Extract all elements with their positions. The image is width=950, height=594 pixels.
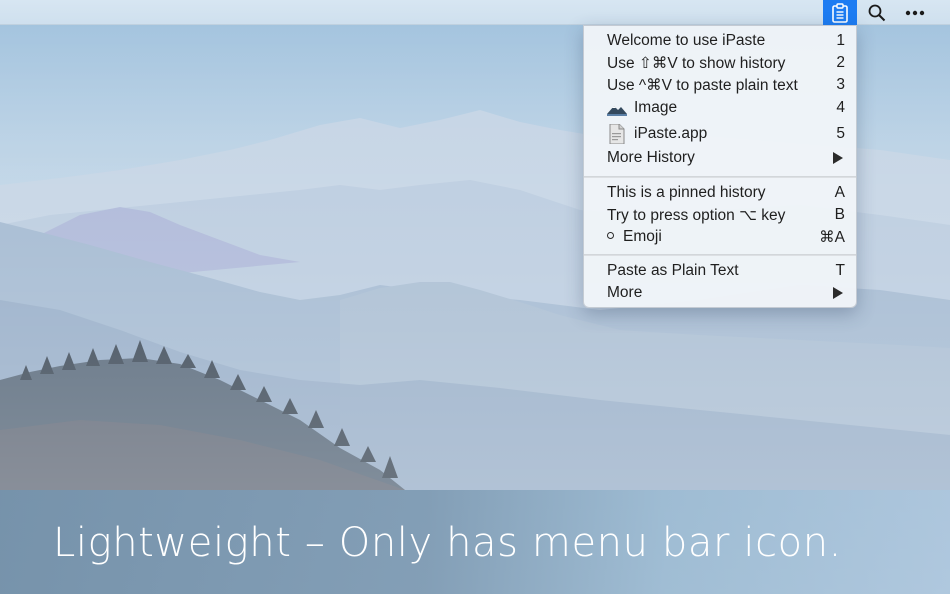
clipboard-menu-extra[interactable] — [823, 0, 857, 25]
more-submenu[interactable]: More — [584, 282, 856, 304]
pinned-item-b[interactable]: Try to press option ⌥ key B — [584, 204, 856, 226]
shortcut-key: 2 — [836, 54, 845, 71]
circle-bullet-icon — [607, 232, 614, 239]
menu-item-label-wrap: Emoji — [607, 228, 662, 246]
clipboard-icon — [832, 2, 848, 23]
shortcut-key: B — [834, 206, 845, 223]
menu-item-label: More History — [607, 149, 695, 166]
pinned-item-a[interactable]: This is a pinned history A — [584, 182, 856, 204]
more-menu-button[interactable] — [898, 0, 932, 25]
menu-item-label: Use ^⌘V to paste plain text — [607, 77, 798, 94]
pinned-item-emoji[interactable]: Emoji ⌘A — [584, 226, 856, 248]
menu-item-label: Welcome to use iPaste — [607, 32, 766, 49]
shortcut-key: T — [835, 262, 845, 279]
more-history-submenu[interactable]: More History — [584, 147, 856, 169]
shortcut-key: ⌘A — [819, 229, 845, 246]
shortcut-key: A — [834, 184, 845, 201]
menu-separator — [584, 254, 856, 256]
spotlight-search-button[interactable] — [862, 0, 892, 25]
ipaste-dropdown-menu: Welcome to use iPaste 1 Use ⇧⌘V to show … — [583, 25, 857, 308]
shortcut-key: 3 — [836, 76, 845, 93]
menu-item-label: Image — [634, 99, 678, 116]
menu-item-label: This is a pinned history — [607, 184, 766, 201]
paste-as-plain-text-item[interactable]: Paste as Plain Text T — [584, 260, 856, 282]
caption-text: Lightweight – Only has menu bar icon. — [53, 520, 842, 566]
menu-item-label: Paste as Plain Text — [607, 262, 739, 279]
shortcut-key: 5 — [836, 125, 845, 142]
menu-item-label: Use ⇧⌘V to show history — [607, 55, 786, 72]
menu-item-label: Emoji — [623, 228, 662, 245]
submenu-arrow-icon — [833, 152, 843, 164]
history-item-3[interactable]: Use ^⌘V to paste plain text 3 — [584, 74, 856, 96]
more-icon — [905, 10, 925, 15]
menu-bar — [0, 0, 950, 25]
history-item-2[interactable]: Use ⇧⌘V to show history 2 — [584, 52, 856, 74]
submenu-arrow-icon — [833, 287, 843, 299]
app-file-icon — [609, 124, 625, 144]
menu-separator — [584, 176, 856, 178]
menu-item-label: iPaste.app — [634, 125, 708, 142]
history-item-5[interactable]: iPaste.app 5 — [584, 123, 856, 145]
shortcut-key: 1 — [836, 32, 845, 49]
search-icon — [868, 4, 886, 21]
menu-item-label: More — [607, 284, 643, 301]
menu-item-label: Try to press option ⌥ key — [607, 207, 786, 224]
history-item-4[interactable]: Image 4 — [584, 97, 856, 119]
shortcut-key: 4 — [836, 99, 845, 116]
image-icon — [607, 106, 627, 116]
history-item-1[interactable]: Welcome to use iPaste 1 — [584, 30, 856, 52]
